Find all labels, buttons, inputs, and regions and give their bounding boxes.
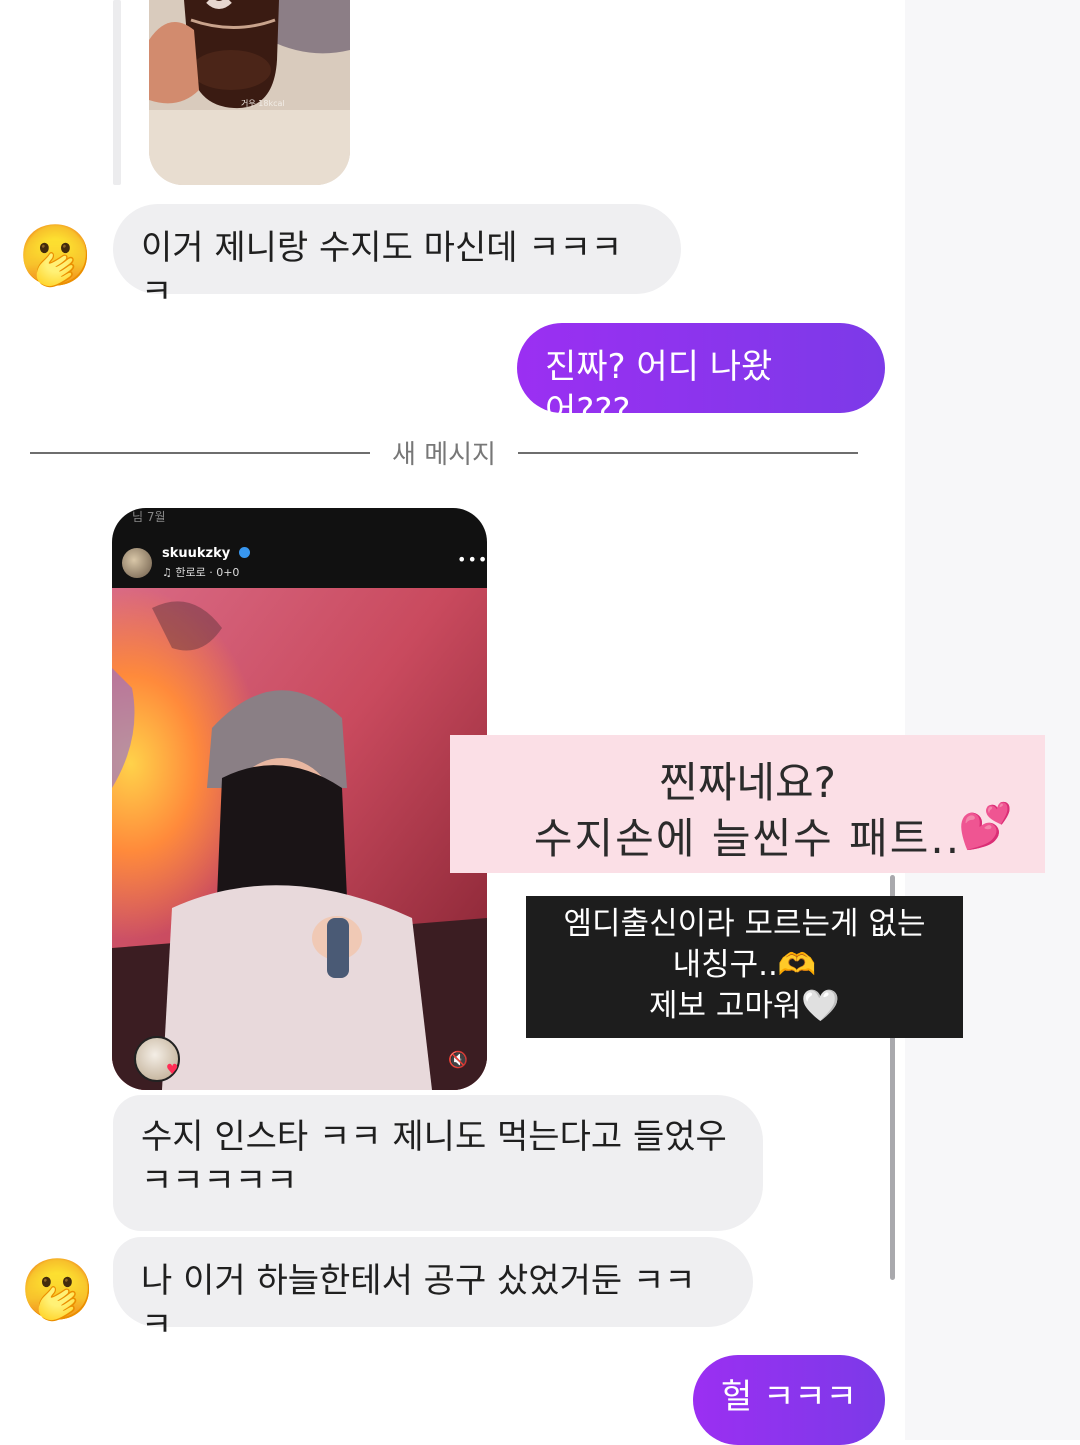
verified-badge-icon [238,547,250,558]
message-text: 진짜? 어디 나왔어??? [545,347,773,432]
new-messages-divider-right [518,452,858,454]
post-username-text: skuukzky [162,546,231,561]
drink-photo-illustration: 거우 18kcal [149,0,350,185]
more-dots-icon[interactable]: ••• [457,550,487,569]
shared-instagram-post[interactable]: 님 7월 skuukzky ♫ 한로로 · 0+0 ••• 🔇 [112,508,487,1090]
pink-caption-line2: 수지손에 늘씬수 패트.. [533,814,962,863]
pink-caption-line1: 찐짜네요? [659,758,836,807]
sender-avatar-hand-over-mouth-icon[interactable]: 🫢 [18,226,93,286]
music-note-icon: ♫ [162,566,176,579]
new-messages-divider-left [30,452,370,454]
black-caption-line3: 제보 고마워🤍 [648,988,841,1024]
message-bubble-outgoing[interactable]: 진짜? 어디 나왔어??? [517,323,885,431]
story-pink-caption: 찐짜네요? 수지손에 늘씬수 패트.. [450,735,1045,873]
message-text-line1: 수지 인스타 ㅋㅋ 제니도 먹는다고 들었우 [141,1117,727,1157]
post-author-avatar[interactable] [122,548,152,578]
story-black-caption: 엠디출신이라 모르는게 없는 내칭구..🫶 제보 고마워🤍 [526,896,963,1038]
muted-speaker-icon[interactable]: 🔇 [448,1050,468,1069]
reply-thread-line [113,0,121,185]
message-bubble-outgoing[interactable]: 헐 ㅋㅋㅋ [693,1355,885,1445]
drink-photo-caption: 거우 18kcal [241,99,285,108]
post-header: skuukzky ♫ 한로로 · 0+0 ••• [112,508,487,588]
message-text: 나 이거 하늘한테서 공구 샀었거둔 ㅋㅋㅋ [141,1261,696,1346]
heart-icon: ♥ [166,1062,179,1078]
two-hearts-sticker-icon: 💕 [958,801,1013,852]
sender-avatar-hand-over-mouth-icon[interactable]: 🫢 [20,1260,95,1320]
black-caption-line1: 엠디출신이라 모르는게 없는 [563,906,926,942]
post-music-info[interactable]: ♫ 한로로 · 0+0 [162,564,239,580]
message-bubble-incoming[interactable]: 이거 제니랑 수지도 마신데 ㅋㅋㅋㅋ [113,204,681,312]
message-text: 헐 ㅋㅋㅋ [721,1377,857,1417]
post-photo[interactable] [112,588,487,1090]
right-side-panel [905,0,1080,1440]
new-messages-divider-label: 새 메시지 [392,440,496,470]
post-username[interactable]: skuukzky [162,546,250,561]
black-caption-line2: 내칭구..🫶 [672,947,817,983]
message-text: 이거 제니랑 수지도 마신데 ㅋㅋㅋㅋ [141,228,623,313]
shared-drink-photo[interactable]: 거우 18kcal [149,0,350,185]
message-bubble-incoming[interactable]: 수지 인스타 ㅋㅋ 제니도 먹는다고 들었우 ㅋㅋㅋㅋㅋ [113,1095,763,1231]
message-text-line2: ㅋㅋㅋㅋㅋ [141,1161,298,1202]
message-bubble-incoming[interactable]: 나 이거 하늘한테서 공구 샀었거둔 ㅋㅋㅋ [113,1237,753,1345]
post-music-text: 한로로 · 0+0 [175,566,240,579]
